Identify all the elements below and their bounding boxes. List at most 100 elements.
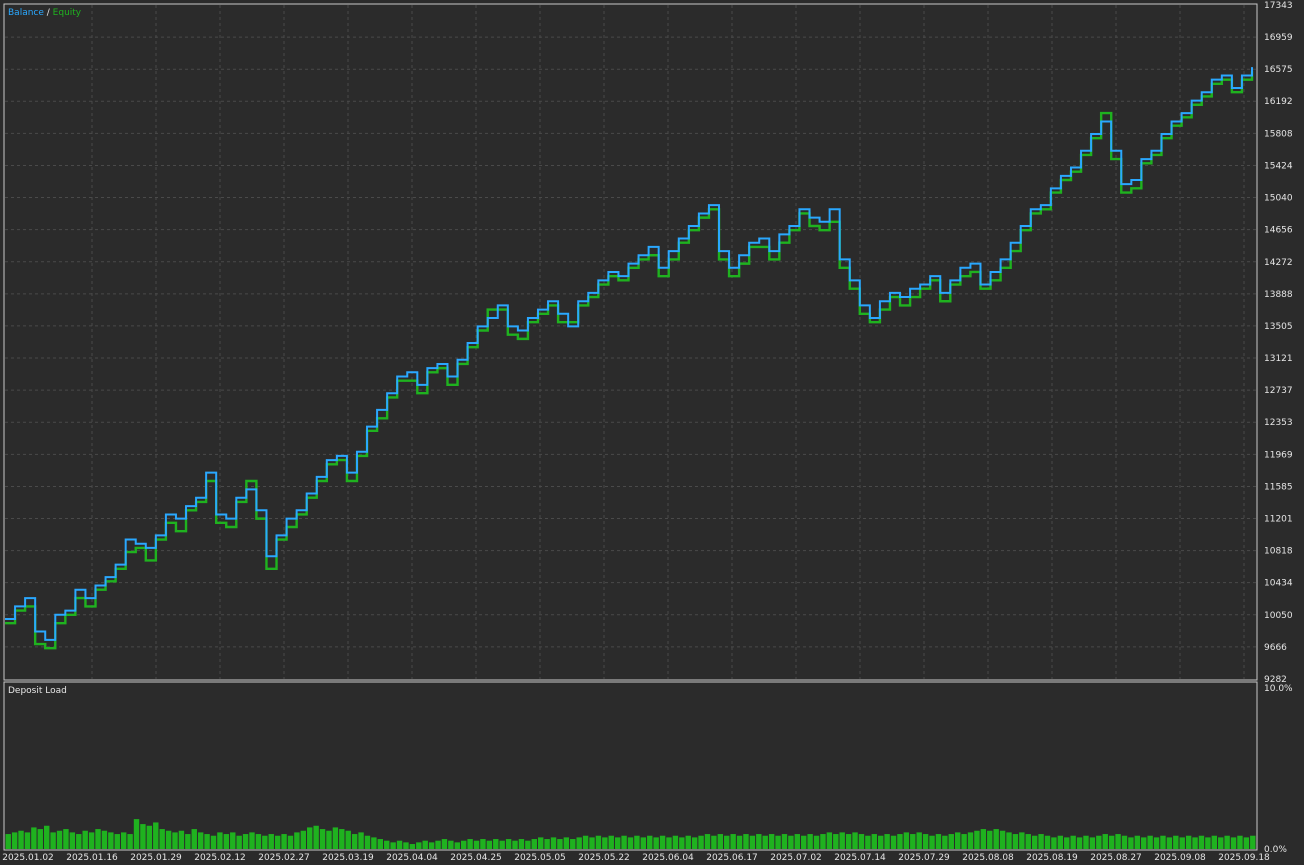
deposit-load-bar bbox=[268, 834, 274, 849]
deposit-load-bar bbox=[448, 840, 454, 849]
deposit-load-bar bbox=[262, 835, 268, 849]
x-tick-label: 2025.01.02 bbox=[2, 853, 54, 863]
deposit-load-bar bbox=[480, 839, 486, 849]
deposit-load-bar bbox=[525, 840, 531, 849]
deposit-load-bar bbox=[582, 835, 589, 849]
deposit-load-bar bbox=[756, 834, 762, 849]
deposit-load-bar bbox=[332, 827, 339, 849]
deposit-load-bar bbox=[364, 835, 371, 849]
deposit-load-bar bbox=[493, 839, 499, 849]
deposit-load-bar bbox=[204, 834, 210, 849]
y-tick-label: 10050 bbox=[1264, 611, 1293, 621]
deposit-load-bar bbox=[172, 832, 178, 849]
deposit-load-bar bbox=[396, 840, 403, 849]
deposit-load-bar bbox=[967, 832, 974, 849]
y-tick-label: 12353 bbox=[1264, 418, 1293, 428]
y-tick-label: 14656 bbox=[1264, 226, 1293, 236]
deposit-load-bar bbox=[781, 834, 788, 849]
deposit-load-bar bbox=[935, 834, 942, 849]
x-tick-label: 2025.09.18 bbox=[1218, 853, 1270, 863]
x-tick-label: 2025.07.02 bbox=[770, 853, 822, 863]
y-tick-label: 11585 bbox=[1264, 482, 1293, 492]
deposit-load-bar bbox=[1102, 834, 1108, 849]
deposit-load-bar bbox=[242, 834, 249, 849]
deposit-load-bar bbox=[537, 837, 544, 849]
deposit-load-bar bbox=[230, 832, 236, 849]
deposit-load-bar bbox=[384, 840, 390, 849]
deposit-load-bar bbox=[614, 837, 621, 849]
deposit-load-bar bbox=[1089, 837, 1096, 849]
deposit-load-bar bbox=[570, 839, 576, 849]
deposit-load-bar bbox=[31, 827, 37, 849]
deposit-load-bar bbox=[460, 840, 467, 849]
deposit-load-bar bbox=[345, 830, 351, 849]
deposit-load-bar bbox=[608, 835, 614, 849]
deposit-load-bar bbox=[922, 834, 929, 849]
x-tick-label: 2025.09.08 bbox=[1154, 853, 1206, 863]
x-tick-label: 2025.08.19 bbox=[1026, 853, 1078, 863]
deposit-load-bar bbox=[788, 835, 794, 849]
deposit-load-bar bbox=[18, 830, 24, 849]
deposit-load-bar bbox=[743, 834, 749, 849]
deposit-load-bar bbox=[595, 835, 602, 849]
deposit-load-bar bbox=[165, 830, 172, 849]
deposit-load-bar bbox=[768, 834, 775, 849]
deposit-load-bar bbox=[659, 835, 666, 849]
deposit-load-bar bbox=[1243, 837, 1250, 849]
deposit-load-bar bbox=[672, 835, 679, 849]
x-tick-label: 2025.06.04 bbox=[642, 853, 694, 863]
y-tick-label: 10818 bbox=[1264, 547, 1293, 557]
deposit-load-bar bbox=[1076, 837, 1083, 849]
deposit-load-bar bbox=[647, 835, 653, 849]
deposit-load-bar bbox=[980, 829, 987, 849]
deposit-load-bar bbox=[698, 835, 704, 849]
deposit-load-bar bbox=[1025, 834, 1031, 849]
deposit-load-bar bbox=[1185, 835, 1192, 849]
x-tick-label: 2025.08.27 bbox=[1090, 853, 1142, 863]
deposit-load-bar bbox=[76, 834, 82, 849]
deposit-load-bar bbox=[1006, 832, 1012, 849]
deposit-load-bar bbox=[159, 829, 165, 849]
deposit-load-bar bbox=[916, 832, 922, 849]
deposit-load-bar bbox=[640, 837, 647, 849]
deposit-load-bar bbox=[326, 830, 332, 849]
deposit-load-bar bbox=[69, 832, 76, 849]
x-tick-label: 2025.02.27 bbox=[258, 853, 310, 863]
y-tick-label: 16192 bbox=[1264, 97, 1293, 107]
deposit-load-bar bbox=[409, 844, 416, 849]
deposit-load-bar bbox=[114, 834, 120, 849]
deposit-load-bar bbox=[794, 834, 801, 849]
deposit-load-bar bbox=[185, 834, 191, 849]
legend-separator: / bbox=[44, 8, 53, 18]
deposit-load-bar bbox=[358, 832, 364, 849]
deposit-load-bar bbox=[1044, 835, 1051, 849]
deposit-load-bar bbox=[736, 835, 743, 849]
deposit-load-bar bbox=[255, 834, 262, 849]
deposit-load-bar bbox=[108, 832, 114, 849]
deposit-load-bar bbox=[146, 825, 153, 849]
deposit-load-bar bbox=[621, 835, 627, 849]
deposit-load-bar bbox=[602, 837, 608, 849]
deposit-load-bar bbox=[435, 840, 441, 849]
deposit-load-bar bbox=[1205, 837, 1211, 849]
deposit-load-bar bbox=[518, 839, 525, 849]
deposit-load-bar bbox=[1115, 834, 1121, 849]
x-tick-label: 2025.04.25 bbox=[450, 853, 502, 863]
deposit-load-bar bbox=[50, 832, 56, 849]
deposit-load-bar bbox=[1211, 835, 1218, 849]
x-tick-label: 2025.07.14 bbox=[834, 853, 886, 863]
deposit-load-bar bbox=[1070, 835, 1076, 849]
x-tick-label: 2025.05.22 bbox=[578, 853, 630, 863]
deposit-load-bar bbox=[589, 837, 595, 849]
deposit-load-bar bbox=[274, 835, 281, 849]
deposit-load-bar bbox=[1153, 837, 1160, 849]
deposit-load-bar bbox=[300, 830, 307, 849]
deposit-load-bar bbox=[807, 834, 813, 849]
deposit-load-bar bbox=[11, 832, 18, 849]
deposit-load-bar bbox=[942, 835, 948, 849]
deposit-load-bar bbox=[653, 837, 659, 849]
deposit-load-bar bbox=[294, 832, 300, 849]
deposit-load-bar bbox=[236, 835, 242, 849]
legend: Balance / Equity bbox=[8, 8, 82, 18]
deposit-load-bar bbox=[1141, 837, 1147, 849]
